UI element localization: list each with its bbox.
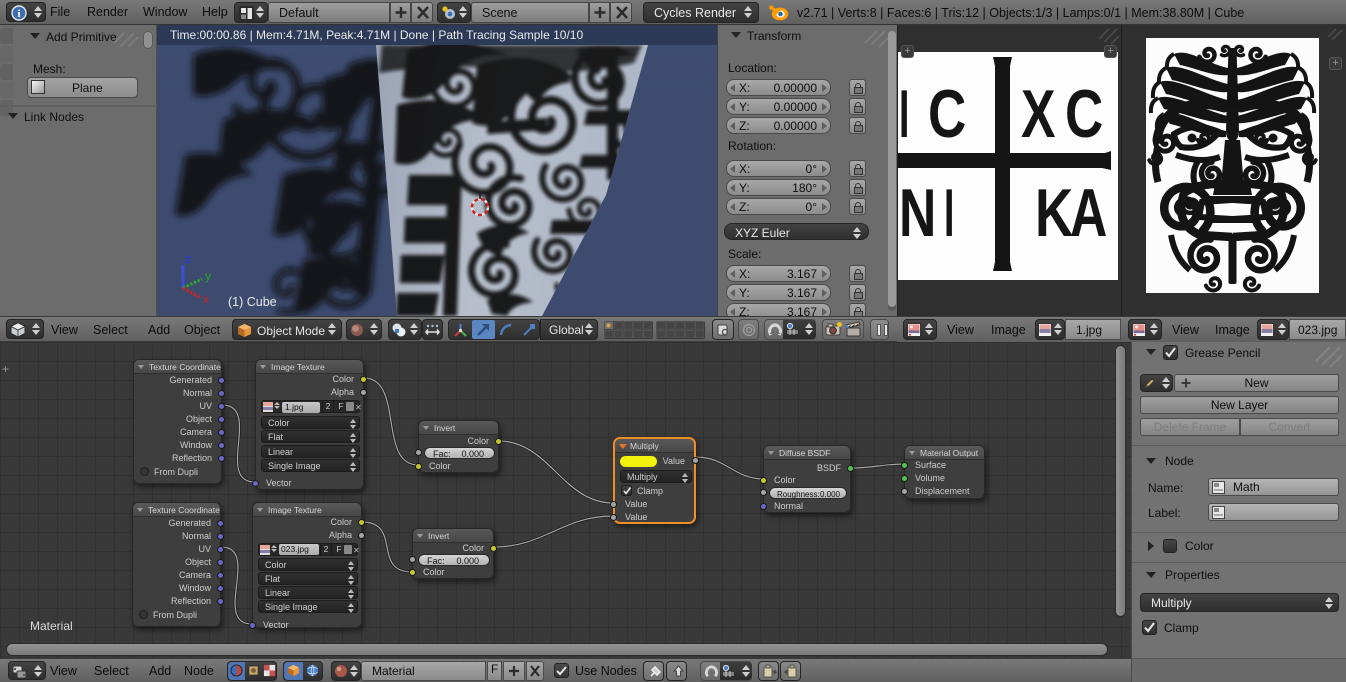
svg-text:C: C xyxy=(1065,76,1103,152)
svg-text:y: y xyxy=(205,269,211,283)
svg-text:x: x xyxy=(203,292,209,306)
svg-text:I: I xyxy=(899,75,909,152)
svg-text:A: A xyxy=(1070,174,1107,251)
svg-text:N: N xyxy=(899,174,936,251)
svg-text:K: K xyxy=(1035,175,1073,251)
svg-text:Time:00:00.86 | Mem:4.71M, Pea: Time:00:00.86 | Mem:4.71M, Peak:4.71M | … xyxy=(170,28,583,42)
svg-text:C: C xyxy=(928,76,966,152)
svg-text:(1) Cube: (1) Cube xyxy=(228,295,277,309)
svg-text:X: X xyxy=(1021,75,1055,152)
svg-text:i: i xyxy=(17,8,20,20)
svg-text:I: I xyxy=(944,174,954,251)
svg-text:z: z xyxy=(185,252,191,266)
